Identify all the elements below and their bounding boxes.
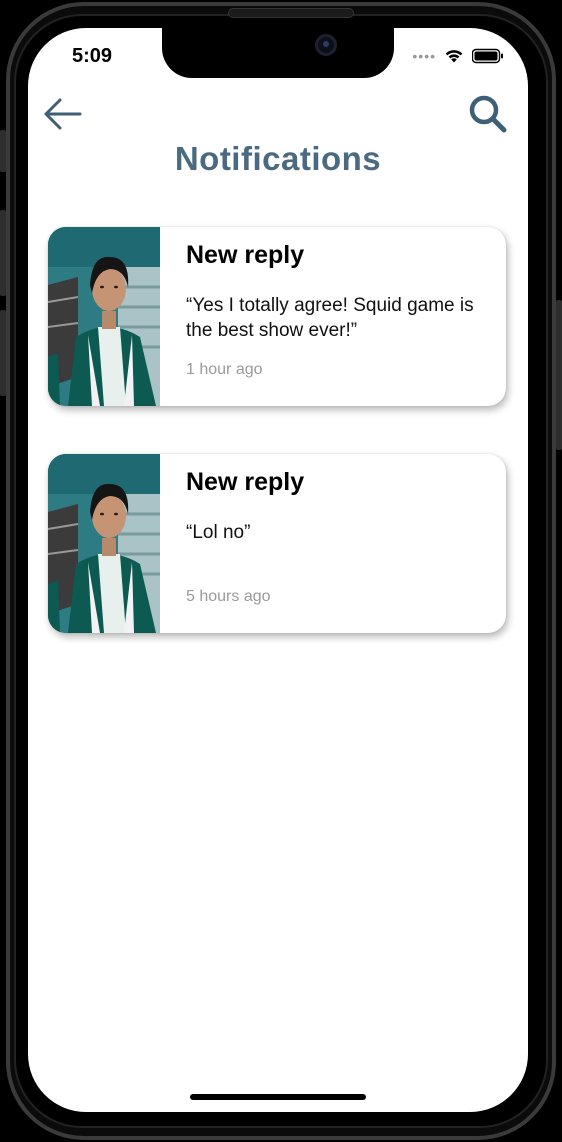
front-camera [315,34,337,56]
notification-message: “Lol no” [186,522,251,543]
home-indicator[interactable] [190,1094,366,1100]
earpiece [228,8,354,18]
notification-thumbnail [48,227,160,406]
side-button-mute [0,130,6,172]
phone-device: 5:09 •••• Notifications New reply “Yes I… [0,0,562,1142]
notch [162,28,394,78]
notification-thumbnail [48,454,160,633]
notification-list: New reply “Yes I totally agree! Squid ga… [48,227,506,681]
app-screen: 5:09 •••• Notifications New reply “Yes I… [28,28,528,1112]
notification-timestamp: 1 hour ago [186,361,263,378]
side-button-power [556,300,562,450]
signal-dots-icon: •••• [412,48,436,64]
page-title: Notifications [174,140,382,177]
side-button-volume-up [0,210,6,296]
notification-title: New reply [186,241,305,269]
notification-card[interactable]: New reply “Lol no” 5 hours ago [48,454,506,633]
side-button-volume-down [0,310,6,396]
notification-card[interactable]: New reply “Yes I totally agree! Squid ga… [48,227,506,406]
arrow-left-icon[interactable] [42,96,84,132]
notification-timestamp: 5 hours ago [186,588,271,605]
status-time: 5:09 [72,45,113,67]
search-icon[interactable] [468,94,508,134]
status-icons: •••• [412,48,504,64]
notification-title: New reply [186,468,305,496]
wifi-icon [445,50,463,63]
battery-icon [472,48,503,64]
notification-message: “Yes I totally agree! Squid game is the … [186,295,474,341]
